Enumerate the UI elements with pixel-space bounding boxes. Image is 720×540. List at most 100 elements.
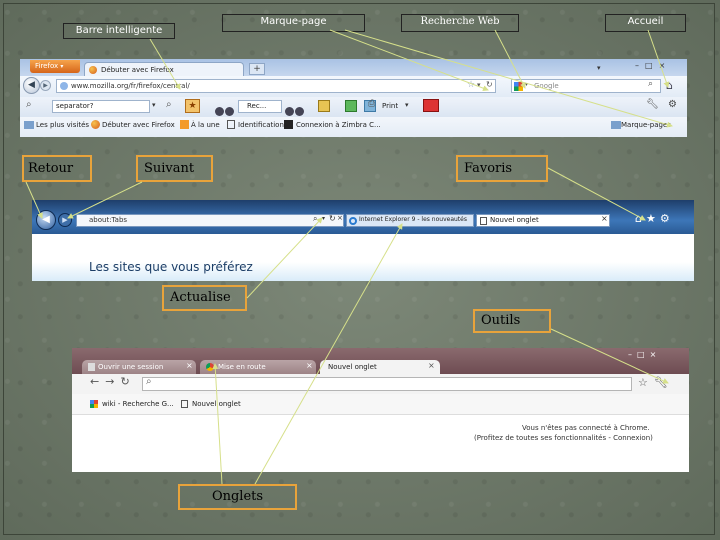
reload-icon[interactable]: ↻ [486, 80, 493, 89]
contacts-icon[interactable] [345, 100, 357, 112]
close-icon[interactable]: × [650, 350, 662, 359]
back-arrow-icon[interactable]: ← [90, 375, 105, 388]
back-button[interactable]: ◀ [23, 77, 40, 94]
bookmark-item[interactable]: Les plus visités [36, 121, 89, 129]
google-icon [514, 82, 523, 91]
ie-logo-icon [349, 217, 357, 225]
firefox-app-label: Firefox [35, 62, 59, 70]
close-icon[interactable]: × [601, 214, 608, 223]
star-icon: ★ [188, 101, 197, 111]
ie-new-tab[interactable]: Nouvel onglet × [476, 214, 610, 227]
tabs-label: Onglets [178, 484, 297, 510]
page-icon [88, 363, 95, 371]
tab-list-icon[interactable]: ▾ [597, 64, 601, 72]
new-tab-button[interactable]: + [249, 63, 265, 75]
chrome-omnibox[interactable]: ⌕ [142, 376, 632, 391]
ie-toolbar-icons: ⌂★⚙ [635, 212, 674, 225]
maximize-icon[interactable]: □ [645, 61, 659, 70]
ie-heading: Les sites que vous préférez [89, 260, 253, 274]
home-label: Accueil [605, 14, 686, 32]
dropdown-icon[interactable]: ▾ [322, 215, 325, 222]
calendar-icon[interactable] [318, 100, 330, 112]
forward-button[interactable]: ▶ [40, 80, 51, 91]
print-icon[interactable]: ⎙ [368, 99, 375, 109]
chrome-bookmark[interactable]: Nouvel onglet [192, 400, 241, 408]
globe-icon [60, 82, 68, 90]
zoom-field[interactable]: Rec... [238, 100, 282, 113]
firefox-screenshot: Firefox ▾ Débuter avec Firefox + ▾ –□× ◀… [20, 59, 687, 137]
bookmark-item[interactable]: À la une [191, 121, 220, 129]
chrome-tab-title: Ouvrir une session [98, 363, 164, 371]
zoom-out-icon[interactable] [285, 107, 294, 116]
ie-tab-title: Internet Explorer 9 - les nouveautés [359, 216, 467, 223]
page-icon [181, 400, 188, 408]
ie-tab[interactable]: Internet Explorer 9 - les nouveautés [346, 214, 474, 227]
ie-forward-button[interactable]: ▶ [58, 213, 72, 227]
dropdown-icon[interactable]: ▾ [477, 81, 481, 89]
firefox-app-button[interactable]: Firefox ▾ [30, 60, 80, 73]
bookmark-item[interactable]: Débuter avec Firefox [102, 121, 175, 129]
back-small-icon[interactable] [215, 107, 224, 116]
bookmark-star-button[interactable]: ★ [185, 99, 200, 113]
forward-small-icon[interactable] [225, 107, 234, 116]
chrome-sync-hint[interactable]: (Profitez de toutes ses fonctionnalités … [474, 434, 653, 442]
home-icon[interactable]: ⌂ [635, 212, 646, 225]
chrome-nav-buttons: ←→↻ [90, 375, 136, 388]
search-icon[interactable]: ⌕ [26, 99, 32, 110]
bookmark-item[interactable]: Identification [238, 121, 284, 129]
wrench-icon[interactable]: 🔧︎ [646, 99, 659, 110]
close-icon[interactable]: × [186, 361, 193, 370]
chrome-active-tab[interactable]: Nouvel onglet × [320, 360, 440, 374]
settings-icon[interactable]: ⚙ [668, 99, 677, 110]
ie-back-button[interactable]: ◀ [36, 210, 56, 230]
chrome-tab[interactable]: Mise en route × [200, 360, 316, 374]
toolbar-search-field[interactable]: separator? [52, 100, 150, 113]
close-icon[interactable]: × [306, 361, 313, 370]
bookmark-item[interactable]: Connexion à Zimbra C... [296, 121, 381, 129]
search-icon[interactable]: ⌕ [648, 79, 653, 89]
chrome-screenshot: Ouvrir une session × Mise en route × Nou… [72, 348, 689, 472]
url-text: www.mozilla.org/fr/firefox/central/ [71, 82, 190, 90]
chrome-tab[interactable]: Ouvrir une session × [82, 360, 196, 374]
close-icon[interactable]: × [659, 61, 672, 70]
close-icon[interactable]: × [428, 361, 435, 370]
forward-arrow-icon[interactable]: → [105, 375, 120, 388]
dropdown-icon[interactable]: ▾ [405, 101, 409, 109]
gear-icon[interactable]: ⚙ [660, 212, 674, 225]
firefox-tab[interactable]: Débuter avec Firefox [84, 62, 244, 77]
zimbra-icon [284, 120, 293, 129]
favorites-label: Favoris [456, 155, 548, 182]
dropdown-icon: ▾ [525, 81, 529, 88]
google-icon [90, 400, 98, 408]
search-icon[interactable]: ⌕ [313, 214, 317, 224]
chrome-bookmark[interactable]: wiki - Recherche G... [102, 400, 174, 408]
refresh-icon[interactable]: ↻ [329, 214, 336, 223]
minimize-icon[interactable]: – [635, 61, 645, 70]
web-search-label: Recherche Web [401, 14, 519, 32]
bookmarks-menu[interactable]: Marque-pages [621, 121, 671, 129]
tools-label: Outils [473, 309, 551, 333]
url-bar[interactable]: www.mozilla.org/fr/firefox/central/ ☆ ▾ … [56, 79, 496, 93]
page-icon [480, 217, 487, 225]
reload-icon[interactable]: ↻ [120, 375, 135, 388]
star-icon[interactable]: ☆ [638, 376, 654, 389]
print-label[interactable]: Print [382, 102, 398, 110]
addon-icon[interactable] [423, 99, 439, 112]
toolbar-search-text: separator? [56, 102, 94, 110]
dropdown-icon[interactable]: ▾ [152, 101, 156, 109]
ie-url-bar[interactable]: about:Tabs ⌕ ▾ ↻ × [76, 214, 344, 227]
web-search-box[interactable]: ▾ Google ⌕ [511, 79, 661, 93]
star-icon[interactable]: ★ [646, 212, 660, 225]
ie-new-tab-title: Nouvel onglet [490, 216, 539, 224]
back-label: Retour [22, 155, 92, 182]
zoom-in-icon[interactable] [295, 107, 304, 116]
firefox-logo-icon [91, 120, 100, 129]
star-icon[interactable]: ☆ [467, 80, 475, 90]
minimize-icon[interactable]: – [628, 350, 637, 359]
wrench-icon[interactable]: 🔧︎ [654, 376, 674, 389]
close-icon[interactable]: × [337, 214, 343, 222]
forward-arrow-icon: ▶ [62, 216, 68, 224]
maximize-icon[interactable]: □ [637, 350, 650, 359]
search-icon[interactable]: ⌕ [166, 99, 172, 110]
home-button[interactable]: ⌂ [666, 79, 673, 92]
